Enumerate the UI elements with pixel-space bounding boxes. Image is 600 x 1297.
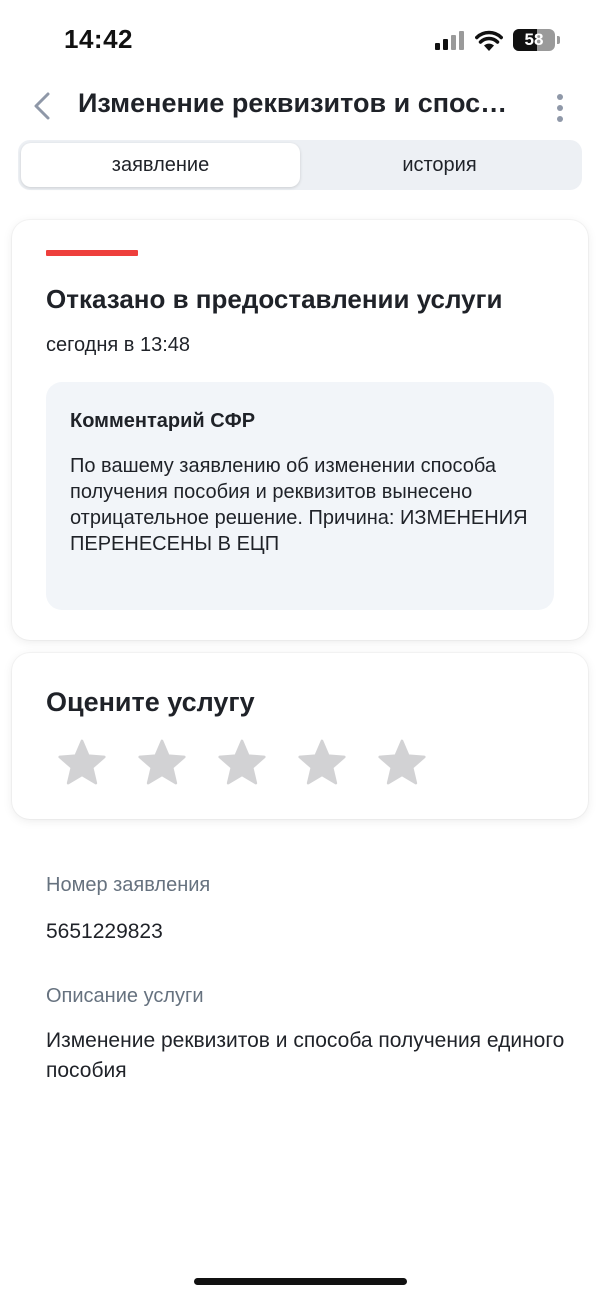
status-bar: 14:42 58 <box>0 0 600 80</box>
rating-title: Оцените услугу <box>46 687 255 717</box>
more-vertical-icon <box>557 94 563 100</box>
star-icon[interactable] <box>136 737 188 789</box>
star-icon[interactable] <box>376 737 428 789</box>
application-number-label: Номер заявления <box>46 874 211 896</box>
more-vertical-icon <box>557 116 563 122</box>
battery-level: 58 <box>524 30 544 49</box>
application-number: 5651229823 <box>46 920 163 943</box>
service-description: Изменение реквизитов и способа получения… <box>46 1029 565 1082</box>
star-icon[interactable] <box>56 737 108 789</box>
status-title: Отказано в предоставлении услуги <box>46 284 503 314</box>
tab-switcher: заявление история <box>18 140 582 190</box>
comment-box: Комментарий СФР По вашему заявлению об и… <box>46 382 554 610</box>
battery-cap <box>557 36 560 44</box>
status-date: сегодня в 13:48 <box>46 334 190 356</box>
wifi-icon <box>475 30 503 51</box>
status-icons: 58 <box>435 27 560 53</box>
rating-stars <box>56 737 428 789</box>
status-time: 14:42 <box>64 24 133 54</box>
application-number-section: Номер заявления 5651229823 <box>46 874 566 947</box>
more-options-button[interactable] <box>546 90 574 126</box>
back-button[interactable] <box>24 86 60 126</box>
home-indicator <box>194 1278 407 1285</box>
service-description-section: Описание услуги Изменение реквизитов и с… <box>46 985 566 1086</box>
comment-title: Комментарий СФР <box>70 410 256 432</box>
page-title: Изменение реквизитов и способа получения… <box>78 88 518 118</box>
chevron-left-icon <box>34 92 50 120</box>
comment-text: По вашему заявлению об изменении способа… <box>70 455 528 555</box>
app-header: Изменение реквизитов и способа получения… <box>0 80 600 136</box>
signal-icon <box>435 31 464 50</box>
star-icon[interactable] <box>296 737 348 789</box>
rating-card: Оцените услугу <box>12 653 588 819</box>
tab-application[interactable]: заявление <box>21 143 300 187</box>
battery-icon: 58 <box>513 29 555 51</box>
tab-history[interactable]: история <box>300 143 579 187</box>
service-description-label: Описание услуги <box>46 985 204 1007</box>
status-accent-bar <box>46 250 138 256</box>
status-card: Отказано в предоставлении услуги сегодня… <box>12 220 588 640</box>
more-vertical-icon <box>557 105 563 111</box>
star-icon[interactable] <box>216 737 268 789</box>
